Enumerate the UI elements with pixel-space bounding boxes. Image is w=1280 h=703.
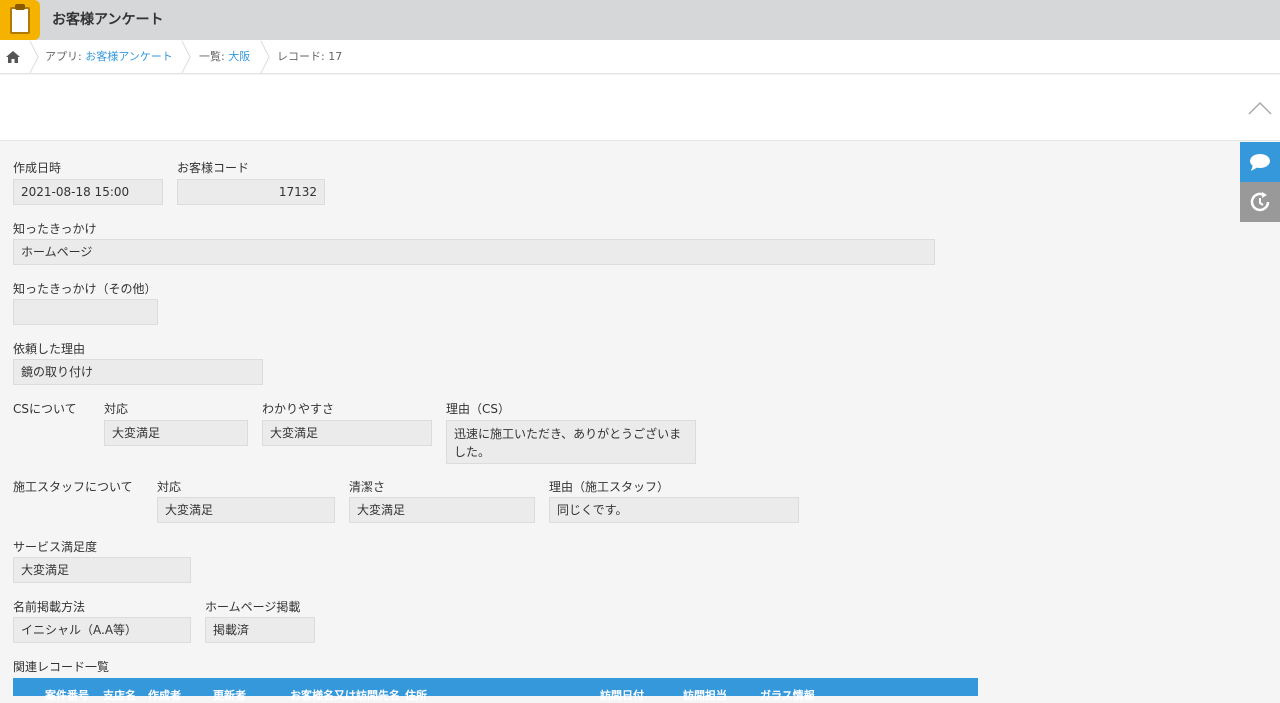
staff-comment-value: 同じくです。 [549, 497, 799, 523]
breadcrumb-app: アプリ: お客様アンケート [45, 50, 173, 63]
cs-comment-label: 理由（CS） [446, 402, 510, 416]
staff-response-value: 大変満足 [157, 497, 335, 523]
related-col-header[interactable]: 訪問担当 [683, 687, 727, 703]
source-other-label: 知ったきっかけ（その他） [13, 282, 157, 296]
staff-response-label: 対応 [157, 480, 182, 494]
breadcrumb-separator-icon [29, 40, 39, 74]
related-col-header[interactable]: ガラス情報 [760, 687, 815, 703]
reason-label: 依頼した理由 [13, 342, 86, 356]
cs-comment-value: 迅速に施工いただき、ありがとうございました。 [446, 420, 696, 464]
breadcrumb-view-link[interactable]: 大阪 [228, 50, 250, 63]
comment-button[interactable] [1240, 142, 1280, 182]
source-value: ホームページ [13, 239, 935, 265]
breadcrumb: アプリ: お客様アンケート 一覧: 大阪 レコード: 17 [0, 40, 1280, 74]
related-col-header[interactable]: お客様名又は訪問先名 [290, 687, 400, 703]
created-at-label: 作成日時 [13, 161, 62, 175]
name-method-value: イニシャル（A.A等） [13, 617, 191, 643]
source-label: 知ったきっかけ [13, 222, 97, 236]
customer-code-value: 17132 [177, 179, 325, 205]
cs-response-value: 大変満足 [104, 420, 248, 446]
cs-group-label: CSについて [13, 402, 77, 416]
clipboard-icon [0, 0, 40, 40]
cs-clarity-label: わかりやすさ [262, 402, 335, 416]
customer-code-label: お客様コード [177, 161, 250, 175]
homepage-label: ホームページ掲載 [205, 600, 301, 614]
record-toolbar [0, 75, 1280, 141]
app-title-bar: お客様アンケート [0, 0, 1280, 40]
history-icon [1250, 192, 1270, 212]
related-col-header[interactable]: 住所 [405, 687, 427, 703]
related-col-header[interactable]: 支店名 [103, 687, 136, 703]
staff-cleanliness-value: 大変満足 [349, 497, 535, 523]
homepage-value: 掲載済 [205, 617, 315, 643]
home-icon[interactable] [6, 51, 20, 63]
breadcrumb-separator-icon [181, 40, 191, 74]
breadcrumb-separator-icon [260, 40, 270, 74]
breadcrumb-record: レコード: 17 [277, 50, 343, 63]
staff-cleanliness-label: 清潔さ [349, 480, 386, 494]
comment-icon [1250, 154, 1270, 171]
related-col-header[interactable]: 案件番号 [45, 687, 89, 703]
cs-response-label: 対応 [104, 402, 129, 416]
source-other-value [13, 299, 158, 325]
created-at-value: 2021-08-18 15:00 [13, 179, 163, 205]
related-col-header[interactable]: 作成者 [148, 687, 181, 703]
related-col-header[interactable]: 訪問日付 [600, 687, 644, 703]
history-button[interactable] [1240, 182, 1280, 222]
chevron-up-icon[interactable] [1248, 100, 1272, 116]
related-col-header[interactable]: 更新者 [213, 687, 246, 703]
name-method-label: 名前掲載方法 [13, 600, 86, 614]
satisfaction-value: 大変満足 [13, 557, 191, 583]
breadcrumb-view: 一覧: 大阪 [199, 50, 251, 63]
breadcrumb-app-link[interactable]: お客様アンケート [85, 50, 173, 63]
related-records-label: 関連レコード一覧 [13, 660, 110, 674]
cs-clarity-value: 大変満足 [262, 420, 432, 446]
staff-group-label: 施工スタッフについて [13, 480, 133, 494]
staff-comment-label: 理由（施工スタッフ） [549, 480, 670, 494]
app-title: お客様アンケート [52, 12, 164, 28]
reason-value: 鏡の取り付け [13, 359, 263, 385]
satisfaction-label: サービス満足度 [13, 540, 98, 554]
related-table-header: 案件番号 支店名 作成者 更新者 お客様名又は訪問先名 住所 訪問日付 訪問担当… [13, 678, 978, 702]
